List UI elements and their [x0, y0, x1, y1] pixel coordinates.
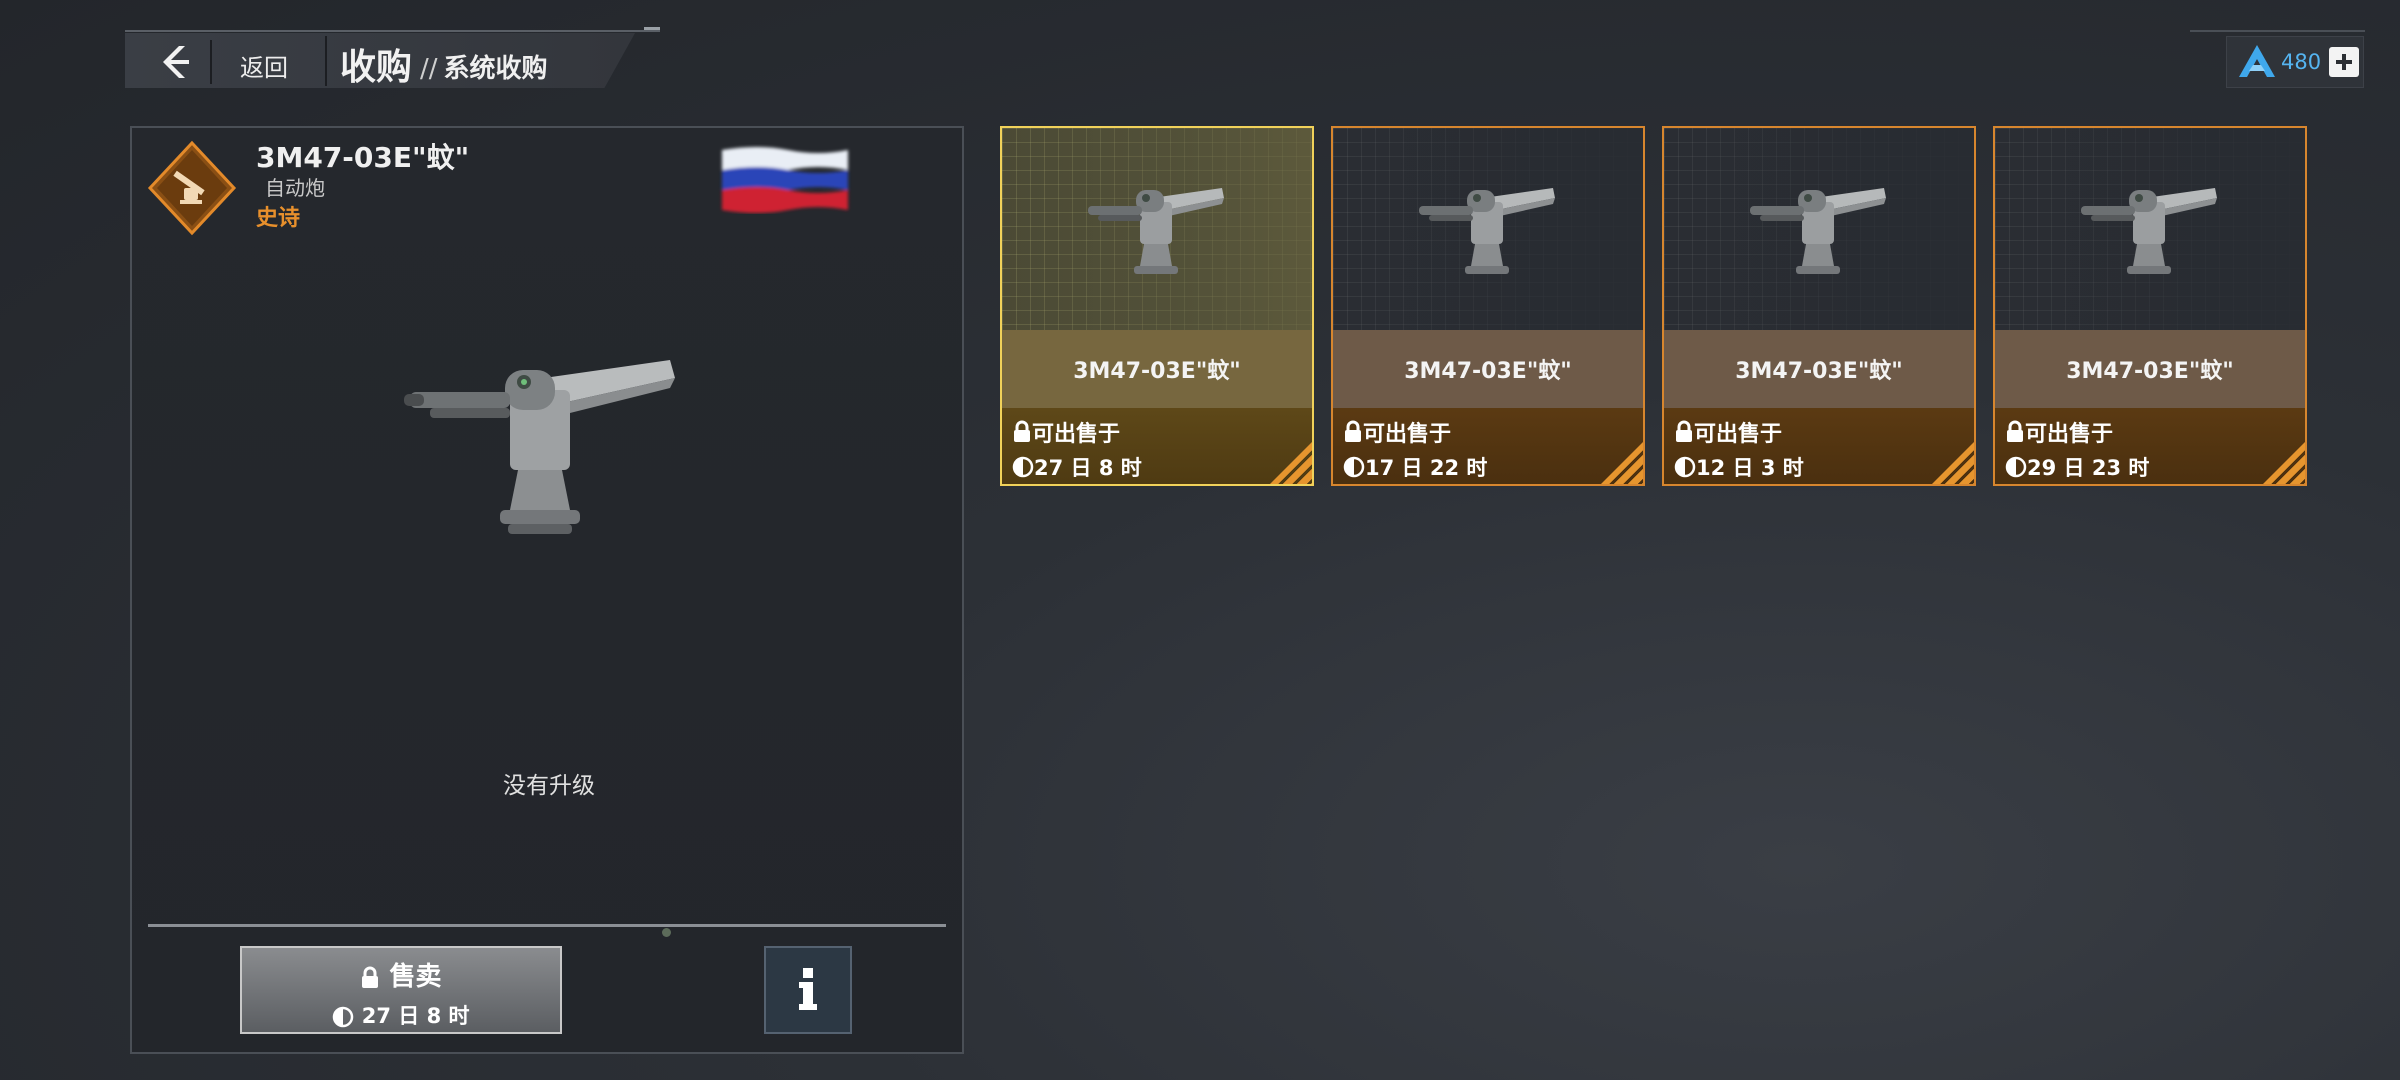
unit-type: 自动炮 [265, 176, 325, 200]
currency-value: 480 [2281, 50, 2322, 74]
panel-divider [148, 924, 946, 927]
unit-card-name: 3M47-03E"蚊" [1995, 330, 2305, 408]
unit-card-name: 3M47-03E"蚊" [1664, 330, 1974, 408]
page-title: 收购 [340, 47, 413, 88]
unit-card-name: 3M47-03E"蚊" [1333, 330, 1643, 408]
unit-card-sell-status: 可出售于 [1012, 416, 1120, 448]
unit-card-status: 可出售于 12 日 3 时 [1664, 408, 1974, 484]
card-corner-stripes [1599, 442, 1643, 484]
lock-icon [362, 966, 379, 988]
unit-name: 3M47-03E"蚊" [256, 141, 470, 174]
add-currency-button[interactable] [2329, 47, 2360, 77]
unit-card-timer: 17 日 22 时 [1343, 452, 1487, 482]
upgrade-status: 没有升级 [503, 773, 595, 799]
header-top-accent [644, 27, 660, 30]
timer-icon [333, 1006, 354, 1028]
chevron-left-icon [163, 46, 189, 78]
header-separator [210, 40, 212, 84]
back-button[interactable] [140, 36, 206, 88]
unit-model-image [404, 360, 675, 534]
unit-card-sell-status: 可出售于 [1674, 416, 1782, 448]
russia-flag [722, 147, 848, 213]
unit-card-model [1419, 188, 1555, 274]
autocannon-class-icon [147, 140, 237, 236]
unit-card-status: 可出售于 29 日 23 时 [1995, 408, 2305, 484]
unit-card-sell-label: 可出售于 [2025, 422, 2114, 447]
sell-button-label: 售卖 [242, 956, 560, 993]
unit-card-sell-label: 可出售于 [1694, 422, 1783, 447]
card-corner-stripes [1268, 442, 1312, 484]
timer-icon [1012, 456, 1034, 478]
unit-card-timer-text: 12 日 3 时 [1696, 456, 1804, 480]
card-corner-stripes [2261, 442, 2305, 484]
sell-label-text: 售卖 [389, 962, 442, 992]
timer-icon [1674, 456, 1696, 478]
unit-detail-panel: 没有升级 [130, 126, 964, 1054]
lock-icon [1345, 420, 1361, 442]
header-top-line [125, 30, 660, 32]
unit-card[interactable]: 3M47-03E"蚊" 可出售于 12 日 3 时 [1662, 126, 1976, 486]
card-corner-stripes [1930, 442, 1974, 484]
unit-card-sell-label: 可出售于 [1363, 422, 1452, 447]
plus-icon [2336, 54, 2353, 70]
info-icon [799, 968, 817, 1010]
sell-timer: 27 日 8 时 [242, 1000, 560, 1030]
alliance-a-icon [2239, 45, 2275, 77]
unit-card-model [1750, 188, 1886, 274]
unit-card-status: 可出售于 17 日 22 时 [1333, 408, 1643, 484]
unit-card-status: 可出售于 27 日 8 时 [1002, 408, 1312, 484]
currency-display: 480 [2226, 36, 2364, 88]
unit-card-timer: 12 日 3 时 [1674, 452, 1804, 482]
unit-card-timer-text: 17 日 22 时 [1365, 456, 1488, 480]
panel-divider-dot [662, 928, 671, 937]
unit-card[interactable]: 3M47-03E"蚊" 可出售于 17 日 22 时 [1331, 126, 1645, 486]
unit-card-timer-text: 29 日 23 时 [2027, 456, 2150, 480]
timer-icon [2005, 456, 2027, 478]
unit-card-sell-status: 可出售于 [2005, 416, 2113, 448]
currency-top-line [2190, 30, 2365, 32]
unit-card-timer: 29 日 23 时 [2005, 452, 2149, 482]
page-subtitle-text: 系统收购 [443, 54, 548, 84]
page-subtitle: //系统收购 [420, 48, 548, 85]
sell-timer-text: 27 日 8 时 [361, 1004, 470, 1028]
back-label[interactable]: 返回 [240, 48, 288, 83]
unit-card[interactable]: 3M47-03E"蚊" 可出售于 29 日 23 时 [1993, 126, 2307, 486]
breadcrumb-separator: // [420, 54, 438, 84]
unit-rarity: 史诗 [256, 206, 301, 231]
sell-button[interactable]: 售卖 27 日 8 时 [240, 946, 562, 1034]
unit-card-model [1088, 188, 1224, 274]
unit-card[interactable]: 3M47-03E"蚊" 可出售于 27 日 8 时 [1000, 126, 1314, 486]
lock-icon [2007, 420, 2023, 442]
header-separator [325, 36, 327, 86]
unit-card-name: 3M47-03E"蚊" [1002, 330, 1312, 408]
unit-card-sell-label: 可出售于 [1032, 422, 1121, 447]
unit-card-model [2081, 188, 2217, 274]
timer-icon [1343, 456, 1365, 478]
unit-card-timer-text: 27 日 8 时 [1034, 456, 1142, 480]
unit-card-sell-status: 可出售于 [1343, 416, 1451, 448]
lock-icon [1676, 420, 1692, 442]
info-button[interactable] [764, 946, 852, 1034]
lock-icon [1014, 420, 1030, 442]
unit-card-timer: 27 日 8 时 [1012, 452, 1142, 482]
